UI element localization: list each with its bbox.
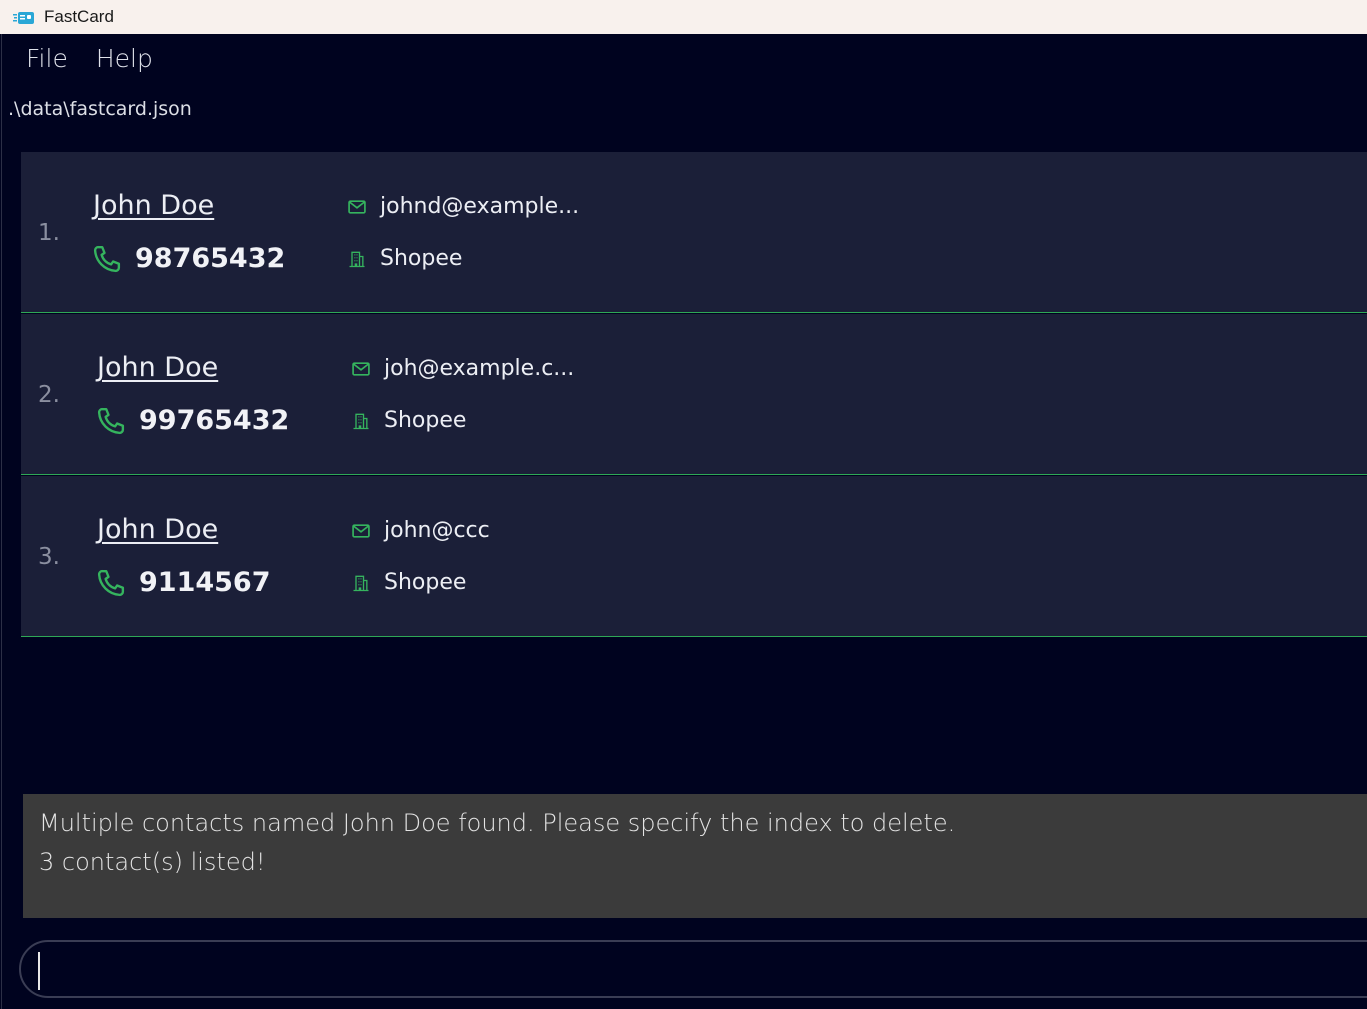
command-input[interactable] (19, 940, 1367, 998)
company-row: Shopee (351, 570, 466, 595)
app-card-icon (13, 10, 35, 24)
contact-company: Shopee (384, 408, 467, 433)
phone-icon (97, 407, 125, 434)
phone-row: 9114567 (96, 567, 271, 598)
result-display: Multiple contacts named John Doe found. … (23, 794, 1367, 918)
contact-index: 2. (38, 382, 60, 408)
contact-phone: 9114567 (139, 567, 271, 598)
company-row: Shopee (351, 408, 466, 433)
building-icon (349, 251, 365, 267)
contact-card[interactable]: 2. John Doe 99765432 joh@example.c... Sh… (21, 314, 1367, 475)
window-title: FastCard (44, 7, 114, 26)
phone-icon (97, 569, 125, 596)
contact-company: Shopee (380, 246, 463, 271)
email-row: john@ccc (351, 518, 490, 543)
app-main: File Help .\data\fastcard.json 1. John D… (1, 34, 1367, 1009)
contact-email: john@ccc (384, 518, 490, 543)
result-message: Multiple contacts named John Doe found. … (39, 809, 956, 837)
window-titlebar: FastCard (0, 0, 1367, 34)
text-caret (38, 952, 40, 990)
email-row: joh@example.c... (351, 356, 574, 381)
contact-email: johnd@example... (380, 194, 580, 219)
contact-company: Shopee (384, 570, 467, 595)
phone-icon (93, 245, 121, 272)
mail-icon (352, 523, 370, 538)
building-icon (353, 413, 369, 429)
contact-index: 1. (38, 220, 60, 246)
contact-phone: 99765432 (139, 405, 290, 436)
contact-card[interactable]: 1. John Doe 98765432 johnd@example... Sh… (21, 152, 1367, 313)
storage-file-path: .\data\fastcard.json (8, 98, 192, 120)
phone-row: 98765432 (92, 243, 285, 274)
contact-name: John Doe (97, 352, 219, 383)
contact-email: joh@example.c... (384, 356, 575, 381)
building-icon (353, 575, 369, 591)
mail-icon (352, 361, 370, 376)
company-row: Shopee (347, 246, 462, 271)
menu-help[interactable]: Help (96, 44, 153, 73)
mail-icon (348, 199, 366, 214)
contact-name: John Doe (97, 514, 219, 545)
contact-name: John Doe (93, 190, 215, 221)
menu-bar: File Help (26, 44, 153, 73)
phone-row: 99765432 (96, 405, 289, 436)
result-count: 3 contact(s) listed! (39, 848, 266, 876)
contact-phone: 98765432 (135, 243, 286, 274)
menu-file[interactable]: File (26, 44, 68, 73)
contact-index: 3. (38, 544, 60, 570)
email-row: johnd@example... (347, 194, 579, 219)
contact-card[interactable]: 3. John Doe 9114567 john@ccc Shopee (21, 476, 1367, 637)
